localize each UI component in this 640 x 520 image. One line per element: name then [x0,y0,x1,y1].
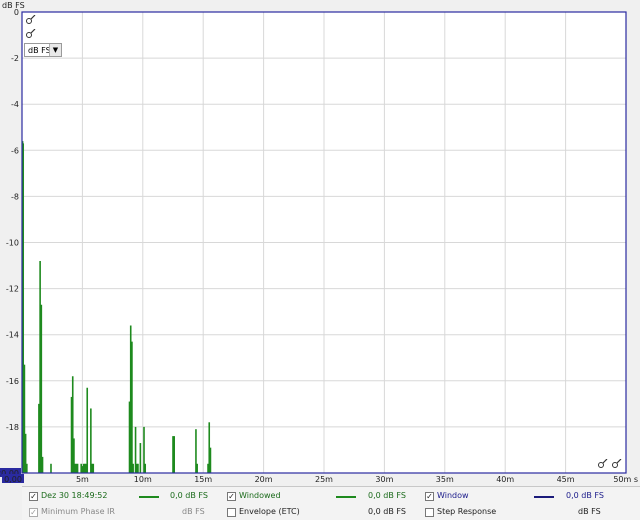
check-icon: ✓ [30,492,37,501]
y-tick-label: -2 [11,54,19,63]
x-tick-label: 20m [255,475,273,484]
legend-panel: ✓ Dez 30 18:49:52 0,0 dB FS ✓ Windowed 0… [22,486,640,520]
x-tick-label: 30m [375,475,393,484]
x-tick-label: 50m s [613,475,638,484]
legend-value-dez30: 0,0 dB FS [170,491,208,500]
legend-value-envelope: 0,0 dB FS [368,507,406,516]
y-tick-label: -12 [6,285,19,294]
chevron-down-icon: ▼ [49,44,61,56]
x-tick-label: 10m [134,475,152,484]
y-tick-label: -10 [6,239,19,248]
x-tick-label: 45m [557,475,575,484]
y-axis-unit: dB FS [2,1,25,10]
legend-label-envelope: Envelope (ETC) [239,507,300,516]
x-tick-label: 25m [315,475,333,484]
x-tick-label: 0,00 [4,475,22,484]
checkbox-step-response[interactable] [425,508,434,517]
legend-value-minimum-phase: dB FS [182,507,205,516]
checkbox-minimum-phase[interactable]: ✓ [29,508,38,517]
legend-label-dez30: Dez 30 18:49:52 [41,491,108,500]
swatch-dez30 [139,496,159,498]
y-tick-label: -18 [6,423,19,432]
impulse-chart[interactable]: 0-2-4-6-8-10-12-14-16-18-20,00 0,005m10m… [0,0,640,484]
y-tick-label: -16 [6,377,19,386]
y-unit-value: dB FS [28,46,51,55]
check-icon: ✓ [426,492,433,501]
y-unit-dropdown[interactable]: dB FS ▼ [24,43,62,57]
y-tick-label: -4 [11,100,19,109]
x-zoom-out-icon[interactable] [611,458,623,469]
legend-label-windowed: Windowed [239,491,281,500]
y-tick-label: -8 [11,192,19,201]
y-axis: 0-2-4-6-8-10-12-14-16-18-20,00 [0,8,21,478]
legend-value-windowed: 0,0 dB FS [368,491,406,500]
legend-label-window: Window [437,491,469,500]
legend-value-window: 0,0 dB FS [566,491,604,500]
legend-label-step-response: Step Response [437,507,497,516]
checkbox-dez30[interactable]: ✓ [29,492,38,501]
swatch-windowed [336,496,356,498]
check-icon: ✓ [30,508,37,517]
legend-label-minimum-phase: Minimum Phase IR [41,507,115,516]
legend-value-step-response: dB FS [578,507,601,516]
x-tick-label: 40m [496,475,514,484]
x-axis: 0,00 5m 10m 15m 20m 25m 30m 35m 40m 45m 50m s [2,474,638,484]
check-icon: ✓ [228,492,235,501]
legend-row-1: ✓ Dez 30 18:49:52 0,0 dB FS ✓ Windowed 0… [22,488,640,503]
x-tick-label: 35m [436,475,454,484]
checkbox-envelope[interactable] [227,508,236,517]
zoom-in-icon[interactable] [25,14,37,25]
swatch-window [534,496,554,498]
x-tick-label: 5m [76,475,89,484]
checkbox-window[interactable]: ✓ [425,492,434,501]
x-zoom-in-icon[interactable] [597,458,609,469]
zoom-out-icon[interactable] [25,28,37,39]
y-tick-label: -14 [6,331,19,340]
checkbox-windowed[interactable]: ✓ [227,492,236,501]
y-tick-label: -6 [11,146,19,155]
legend-row-2: ✓ Minimum Phase IR dB FS Envelope (ETC) … [22,504,640,519]
x-tick-label: 15m [194,475,212,484]
